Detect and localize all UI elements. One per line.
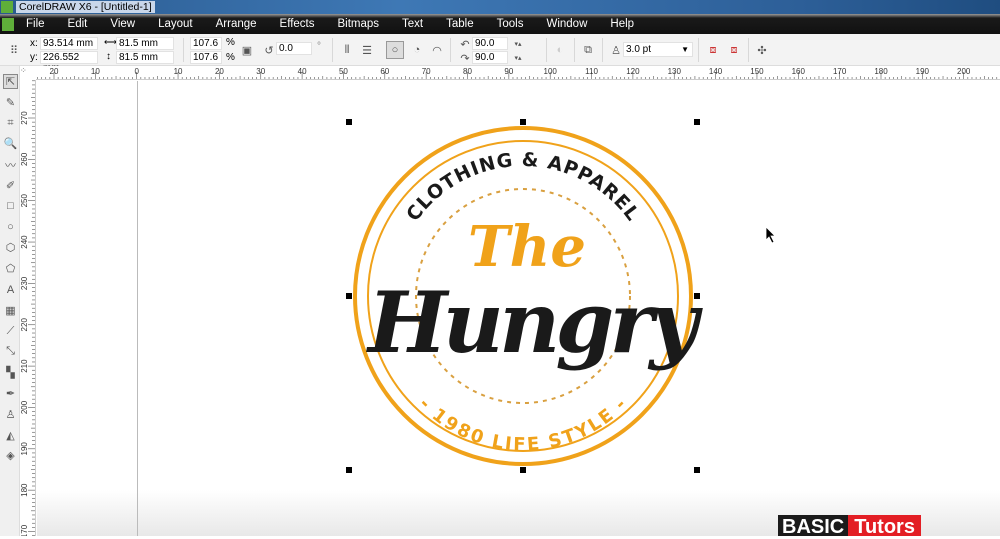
- logo-artwork[interactable]: CLOTHING & APPAREL - 1980 LIFE STYLE - T…: [0, 0, 1000, 536]
- selection-handle[interactable]: [694, 467, 700, 473]
- selection-handle[interactable]: [694, 119, 700, 125]
- watermark-basic: BASIC: [778, 515, 849, 538]
- selection-handle[interactable]: [346, 467, 352, 473]
- selection-handle[interactable]: [520, 467, 526, 473]
- selection-handle[interactable]: [694, 293, 700, 299]
- logo-the-text: The: [468, 214, 586, 280]
- mouse-cursor-icon: [765, 226, 776, 244]
- selection-handle[interactable]: [346, 119, 352, 125]
- logo-hungry-text: Hungry: [366, 273, 703, 372]
- watermark: BASIC Tutors: [778, 515, 921, 538]
- selection-handle[interactable]: [346, 293, 352, 299]
- selection-handle[interactable]: [520, 119, 526, 125]
- watermark-tutors: Tutors: [848, 515, 921, 538]
